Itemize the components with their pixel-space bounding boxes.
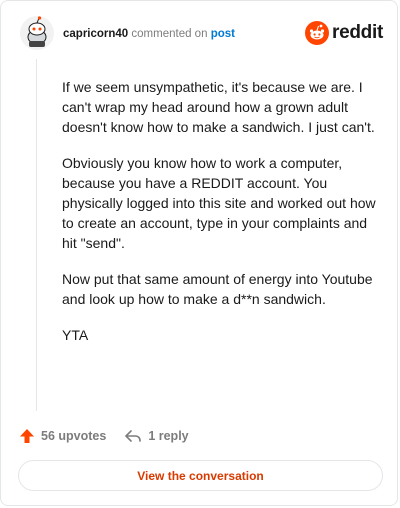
reply-arrow-icon: [125, 430, 142, 442]
view-conversation-button[interactable]: View the conversation: [18, 460, 383, 491]
reddit-wordmark: reddit: [332, 22, 383, 43]
comment-paragraph: Now put that same amount of energy into …: [62, 271, 373, 307]
upvote-count: 56 upvotes: [41, 429, 107, 443]
post-link[interactable]: post: [211, 28, 235, 40]
comment-paragraph: YTA: [62, 327, 89, 343]
comment-actions: 56 upvotes 1 reply: [19, 425, 189, 447]
comment-paragraph: If we seem unsympathetic, it's because w…: [62, 79, 375, 135]
reply-button[interactable]: 1 reply: [124, 428, 189, 444]
reddit-logo-icon: [305, 21, 330, 45]
comment-paragraph: Obviously you know how to work a compute…: [62, 155, 376, 251]
comment-embed-card: capricorn40 commented on post reddit If …: [0, 0, 398, 506]
comment-header: capricorn40 commented on post reddit: [19, 15, 383, 51]
reddit-brand[interactable]: reddit: [305, 21, 383, 45]
upvote-button[interactable]: 56 upvotes: [19, 428, 106, 444]
username-link[interactable]: capricorn40: [63, 28, 128, 40]
comment-verb: commented on: [131, 28, 208, 40]
comment-body: If we seem unsympathetic, it's because w…: [62, 77, 380, 361]
avatar[interactable]: [19, 15, 55, 51]
comment-meta: capricorn40 commented on post: [63, 27, 235, 41]
thread-line: [36, 59, 37, 411]
reply-count: 1 reply: [148, 429, 189, 443]
avatar-snoo-icon: [20, 16, 54, 50]
upvote-arrow-icon: [20, 429, 34, 443]
